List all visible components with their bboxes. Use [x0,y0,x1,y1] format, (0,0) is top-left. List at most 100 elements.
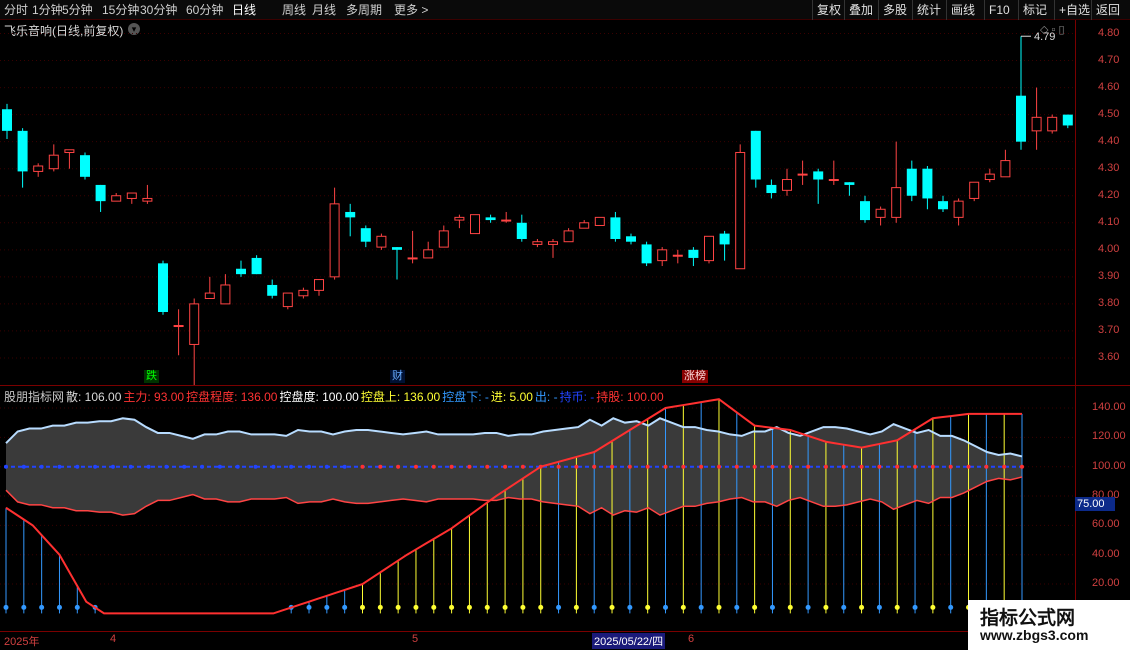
baseline-marker [324,464,329,469]
cursor-date-label: 2025/05/22/四 [592,633,666,649]
indicator-name[interactable]: 股朋指标网 [4,390,64,404]
baseline-marker [271,464,276,469]
candle [220,274,231,305]
price-tick: 4.10 [1098,215,1120,228]
period-tab-6[interactable]: 日线 [232,2,256,18]
signal-dot [573,604,579,610]
price-tick: 4.40 [1098,134,1120,147]
candle [48,144,59,172]
signal-dot [805,604,811,610]
event-tag[interactable]: 跌 [144,370,159,383]
signal-dot [752,604,758,610]
baseline-marker [396,464,401,469]
period-tab-2[interactable]: 5分钟 [62,2,93,18]
baseline-marker [859,464,864,469]
candle [236,260,246,277]
period-tab-3[interactable]: 15分钟 [102,2,139,18]
indicator-value: 出: - [534,390,558,404]
indicator-chart[interactable] [0,386,1075,631]
candle-body [782,179,792,191]
candle-body [189,303,200,345]
period-tab-1[interactable]: 1分钟 [32,2,63,18]
baseline-marker [485,464,490,469]
signal-dot [930,604,936,610]
signal-dot [484,604,490,610]
event-tag[interactable]: 财 [390,370,405,383]
period-tab-4[interactable]: 30分钟 [140,2,177,18]
period-tab-8[interactable]: 月线 [312,2,336,18]
indicator-tick: 40.00 [1092,547,1120,560]
baseline-marker [610,464,615,469]
toolbar-button-8[interactable]: 返回 [1091,0,1124,20]
baseline-marker [182,464,187,469]
period-tab-0[interactable]: 分时 [4,2,28,18]
baseline-marker [913,464,918,469]
signal-dot [645,604,651,610]
candlestick-chart[interactable]: 4.793.44 [0,20,1075,385]
toolbar-button-4[interactable]: 画线 [946,0,979,20]
candle-body [641,244,652,264]
baseline-marker [984,464,989,469]
signal-dot [520,604,526,610]
candle [158,260,168,315]
baseline-marker [806,464,811,469]
toolbar-button-6[interactable]: 标记 [1018,0,1051,20]
candle [641,241,652,267]
candle-body [282,292,293,308]
candle-body [392,247,402,250]
candle-body [298,289,309,297]
baseline-marker [289,464,294,469]
candle-body [345,211,356,218]
candle [126,192,137,204]
baseline-marker [431,464,436,469]
indicator-value: 控盘下: - [442,390,489,404]
signal-dot [359,604,365,610]
main-force-line [5,398,1022,615]
candle-body [860,201,870,221]
candle [1062,114,1073,129]
signal-dot [306,604,312,610]
toolbar-button-3[interactable]: 统计 [912,0,945,20]
toolbar-button-0[interactable]: 复权 [812,0,845,20]
signal-dot [591,604,597,610]
candle [1047,114,1058,134]
baseline-marker [93,464,98,469]
baseline-marker [235,464,240,469]
toolbar-button-5[interactable]: F10 [984,0,1014,20]
toolbar-button-2[interactable]: 多股 [878,0,911,20]
indicator-value: 持币: - [559,390,595,404]
signal-dot [39,604,45,610]
baseline-marker [21,464,26,469]
signal-dot [324,604,330,610]
baseline-marker [200,464,205,469]
signal-dot [431,604,437,610]
baseline-marker [128,464,133,469]
candle-body [688,249,699,258]
candle [392,247,402,280]
indicator-header: 股朋指标网 散: 106.00 主力: 93.00 控盘程度: 136.00 控盘度: … [4,388,666,405]
period-tab-10[interactable]: 更多 > [394,2,428,18]
period-tab-5[interactable]: 60分钟 [186,2,223,18]
period-tab-9[interactable]: 多周期 [346,2,382,18]
event-tag[interactable]: 涨榜 [682,370,708,383]
candle [704,235,714,264]
watermark-url: www.zbgs3.com [980,627,1089,643]
baseline-marker [449,464,454,469]
period-tab-7[interactable]: 周线 [282,2,306,18]
signal-dot [841,604,847,610]
candle [969,181,980,202]
signal-dot [395,604,401,610]
toolbar-button-7[interactable]: +自选 [1054,0,1094,20]
high-price-label: 4.79 [1034,31,1055,43]
toolbar-button-1[interactable]: 叠加 [844,0,877,20]
candle-body [813,171,824,180]
baseline-marker [146,464,151,469]
candle [189,298,200,385]
candle [282,292,293,310]
candle [766,179,777,199]
baseline-marker [681,464,686,469]
candle-body [844,182,855,185]
price-tick: 4.60 [1098,80,1120,93]
baseline-marker [734,464,739,469]
baseline-marker [592,464,597,469]
